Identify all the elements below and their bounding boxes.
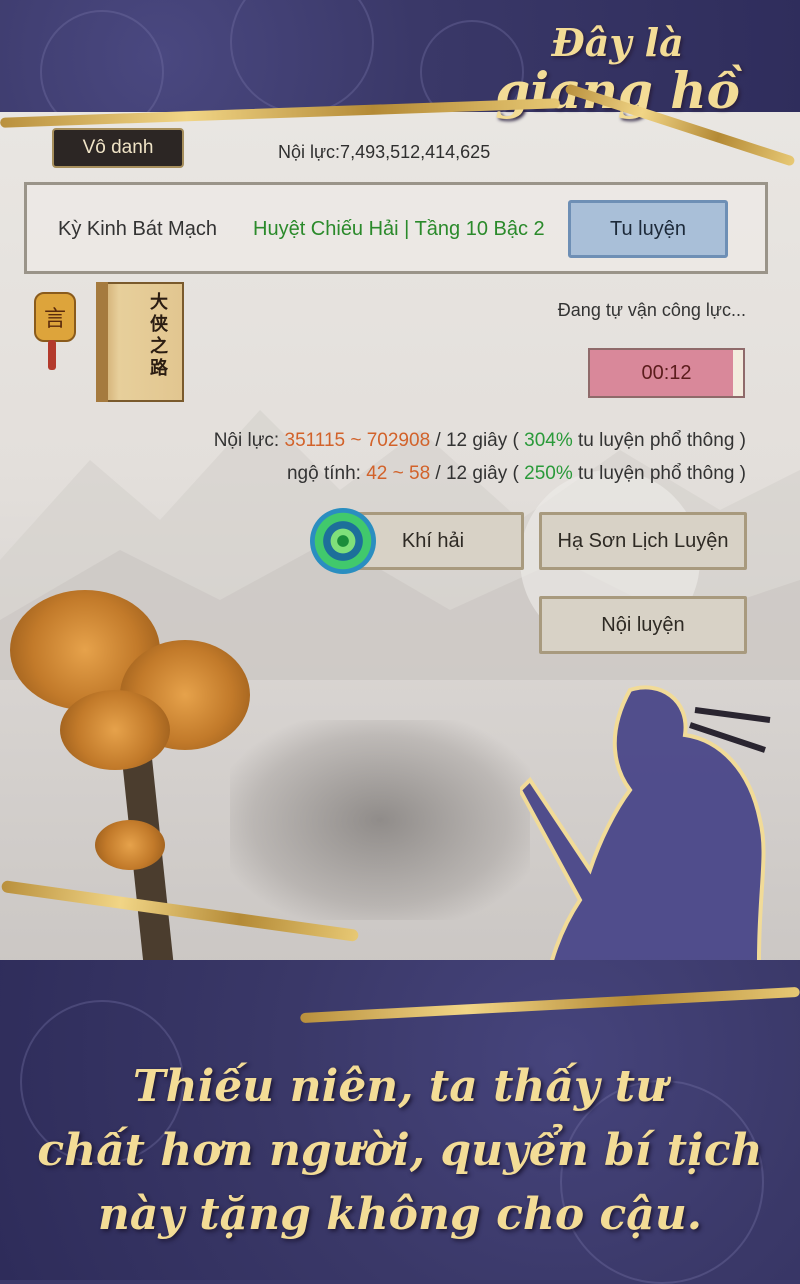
caption-line2: chất hơn người, quyển bí tịch [37,1125,763,1176]
train-button[interactable]: Tu luyện [568,200,728,258]
neiluc-suffix: tu luyện phổ thông ) [578,430,746,451]
ngotinh-label: ngộ tính: [286,463,361,484]
caption-text: Thiếu niên, ta thấy tư chất hơn người, q… [0,1055,800,1247]
cloud-swirl [230,0,374,114]
village-scenery [230,720,530,920]
total-power-text: Nội lực:7,493,512,414,625 [278,142,491,162]
neiluc-percent: 304% [524,430,573,451]
ha-son-button[interactable]: Hạ Sơn Lịch Luyện [539,512,747,570]
caption-line3: này tặng không cho cậu. [97,1189,703,1240]
caption-line1: Thiếu niên, ta thấy tư [132,1061,668,1112]
meridian-name: Kỳ Kinh Bát Mạch [58,218,217,240]
neiluc-label: Nội lực: [213,430,280,451]
lantern-tassel [48,340,56,370]
banner-title-line2: giang hồ [495,61,740,120]
ngotinh-range: 42 ~ 58 [366,463,431,484]
ngotinh-suffix: tu luyện phổ thông ) [578,463,746,484]
book-title: 大侠之路 [150,292,168,379]
cultivation-timer: 00:12 [588,348,745,398]
player-name-button[interactable]: Vô danh [52,128,184,168]
banner-title-line1: Đây là [551,20,684,65]
meridian-point: Huyệt Chiếu Hải | Tầng 10 Bậc 2 [253,218,545,240]
ngotinh-stat-row: ngộ tính: 42 ~ 58 / 12 giây ( 250% tu lu… [287,463,746,485]
noi-luyen-button[interactable]: Nội luyện [539,596,747,654]
neiluc-stat-row: Nội lực: 351115 ~ 702908 / 12 giây ( 304… [214,430,746,452]
cultivation-status: Đang tự vận công lực... [557,300,746,320]
tree-foliage [60,690,170,770]
ngotinh-per: / 12 giây ( [435,463,519,484]
neiluc-per: / 12 giây ( [435,430,519,451]
tree-foliage [95,820,165,870]
book-spine [96,282,108,402]
timer-bar-end [733,350,743,396]
lantern-icon[interactable]: 言 [34,292,76,342]
neiluc-range: 351115 ~ 702908 [284,430,431,451]
ngotinh-percent: 250% [524,463,573,484]
vortex-icon [310,508,376,574]
